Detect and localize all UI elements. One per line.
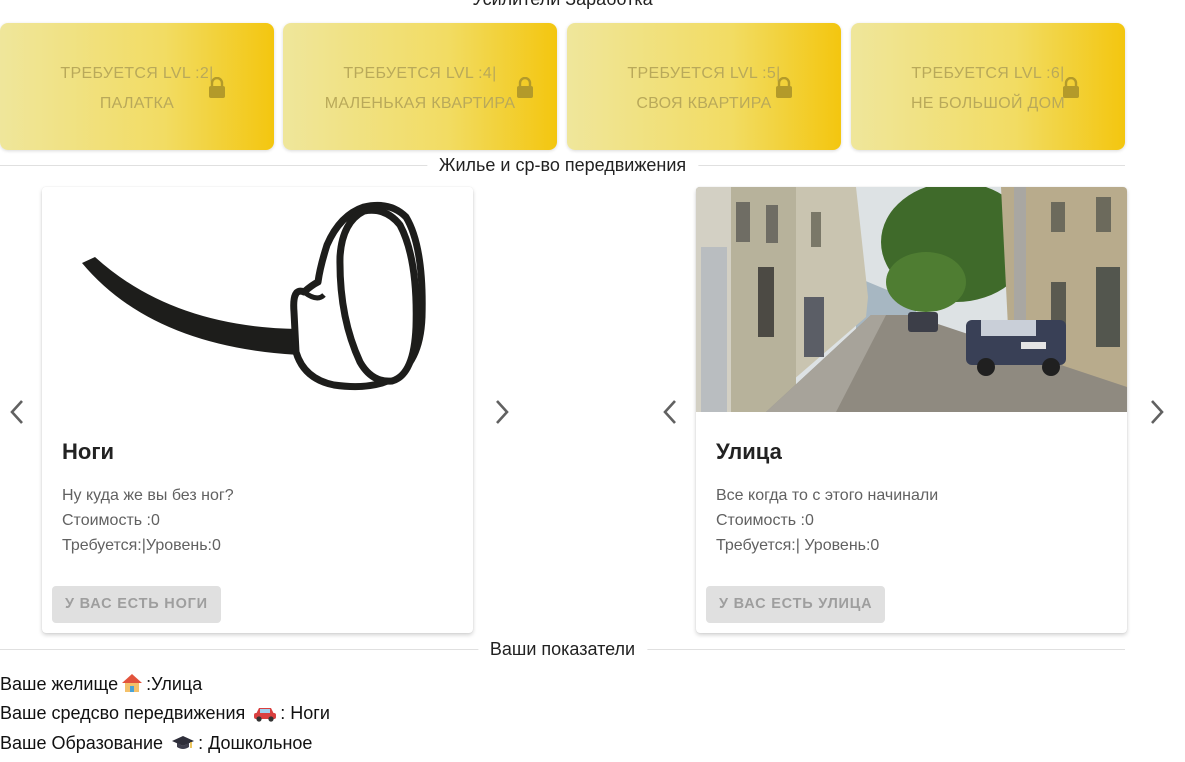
- chevron-right-icon[interactable]: [1145, 396, 1169, 428]
- booster-tile-tent[interactable]: ТРЕБУЕТСЯ LVL :2| ПАЛАТКА: [0, 23, 274, 150]
- lock-icon: [1063, 77, 1079, 98]
- booster-tile-own-apartment[interactable]: ТРЕБУЕТСЯ LVL :5| СВОЯ КВАРТИРА: [567, 23, 841, 150]
- booster-name: НЕ БОЛЬШОЙ ДОМ: [910, 95, 1066, 112]
- stat-housing-value: :Улица: [146, 674, 203, 694]
- lock-icon: [209, 77, 225, 98]
- booster-text: ТРЕБУЕТСЯ LVL :2| ПАЛАТКА: [0, 59, 274, 119]
- chevron-right-icon[interactable]: [490, 396, 514, 428]
- booster-required: ТРЕБУЕТСЯ LVL :6|: [911, 65, 1065, 82]
- card-title: Ноги: [62, 439, 115, 464]
- stat-education-value: : Дошкольное: [198, 733, 313, 753]
- boosters-title: Усилители Заработка: [0, 0, 1125, 10]
- booster-text: ТРЕБУЕТСЯ LVL :6| НЕ БОЛЬШОЙ ДОМ: [851, 59, 1125, 119]
- stat-education-label: Ваше Образование: [0, 733, 164, 753]
- card-description: Все когда то с этого начинали: [716, 487, 939, 504]
- card-requirement: Требуется:| Уровень:0: [716, 537, 880, 554]
- stat-transport-value: : Ноги: [280, 703, 330, 723]
- card-legs: Ноги Ну куда же вы без ног? Стоимость :0…: [42, 187, 473, 633]
- card-description-block: Все когда то с этого начинали Стоимость …: [716, 483, 938, 558]
- stat-housing-label: Ваше желище: [0, 674, 119, 694]
- street-photo: [696, 187, 1127, 412]
- booster-name: СВОЯ КВАРТИРА: [636, 95, 772, 112]
- card-requirement: Требуется:|Уровень:0: [62, 537, 221, 554]
- chevron-left-icon[interactable]: [658, 396, 682, 428]
- housing-divider: Жилье и ср-во передвижения: [0, 156, 1125, 174]
- legs-illustration: [42, 187, 473, 412]
- stats-title: Ваши показатели: [477, 640, 648, 658]
- booster-text: ТРЕБУЕТСЯ LVL :5| СВОЯ КВАРТИРА: [567, 59, 841, 119]
- card-cost: Стоимость :0: [716, 512, 814, 529]
- stats-divider: Ваши показатели: [0, 640, 1125, 658]
- lock-icon: [776, 77, 792, 98]
- housing-title: Жилье и ср-во передвижения: [426, 156, 699, 174]
- stat-transport: Ваше средсво передвижения : Ноги: [0, 703, 330, 724]
- chevron-left-icon[interactable]: [5, 396, 29, 428]
- card-description-block: Ну куда же вы без ног? Стоимость :0 Треб…: [62, 483, 234, 558]
- owned-legs-button[interactable]: У ВАС ЕСТЬ НОГИ: [52, 586, 221, 623]
- owned-street-button[interactable]: У ВАС ЕСТЬ УЛИЦА: [706, 586, 886, 623]
- stat-housing: Ваше желище :Улица: [0, 673, 202, 695]
- lock-icon: [517, 77, 533, 98]
- stat-education: Ваше Образование : Дошкольное: [0, 733, 312, 754]
- booster-tile-small-apartment[interactable]: ТРЕБУЕТСЯ LVL :4| МАЛЕНЬКАЯ КВАРТИРА: [283, 23, 557, 150]
- card-title: Улица: [716, 439, 782, 464]
- card-description: Ну куда же вы без ног?: [62, 487, 234, 504]
- booster-required: ТРЕБУЕТСЯ LVL :5|: [627, 65, 781, 82]
- car-emoji: [254, 708, 277, 722]
- house-emoji: [122, 674, 143, 692]
- booster-required: ТРЕБУЕТСЯ LVL :2|: [60, 65, 214, 82]
- booster-tile-small-house[interactable]: ТРЕБУЕТСЯ LVL :6| НЕ БОЛЬШОЙ ДОМ: [851, 23, 1125, 150]
- stat-transport-label: Ваше средсво передвижения: [0, 703, 246, 723]
- graduation-cap-emoji: [172, 736, 195, 749]
- booster-name: ПАЛАТКА: [99, 95, 175, 112]
- card-cost: Стоимость :0: [62, 512, 160, 529]
- card-street: Улица Все когда то с этого начинали Стои…: [696, 187, 1127, 633]
